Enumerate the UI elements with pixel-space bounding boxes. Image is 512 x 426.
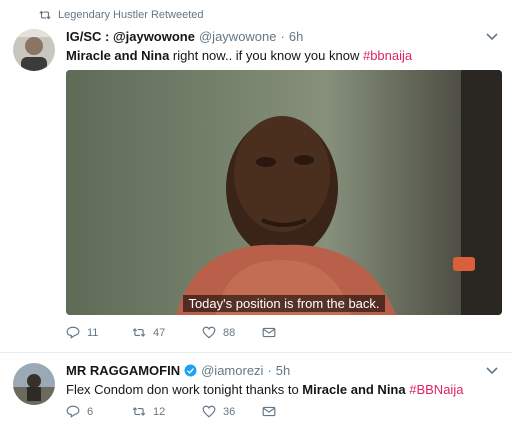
- retweet-button[interactable]: 47: [132, 326, 202, 339]
- display-name[interactable]: MR RAGGAMOFIN: [66, 363, 180, 378]
- direct-message-icon: [262, 406, 276, 417]
- handle[interactable]: @iamorezi: [201, 363, 263, 378]
- timestamp[interactable]: 6h: [289, 29, 303, 44]
- retweet-button[interactable]: 12: [132, 405, 202, 418]
- retweet-count: 47: [153, 326, 166, 339]
- avatar[interactable]: [13, 29, 55, 71]
- tweet-text: Flex Condom don work tonight thanks to M…: [66, 382, 463, 397]
- like-count: 88: [223, 326, 236, 339]
- reply-count: 6: [87, 405, 94, 418]
- mention-text: Miracle and Nina: [302, 382, 406, 397]
- hashtag-link[interactable]: #bbnaija: [363, 48, 412, 63]
- tweet[interactable]: MR RAGGAMOFIN @iamorezi · 5h Flex Condom…: [0, 352, 512, 426]
- reply-icon: [66, 405, 80, 418]
- handle[interactable]: @jaywowone: [199, 29, 277, 44]
- retweet-icon: [39, 10, 51, 20]
- like-button[interactable]: 88: [202, 326, 262, 339]
- display-name[interactable]: IG/SC : @jaywowone: [66, 29, 195, 44]
- retweet-count: 12: [153, 405, 166, 418]
- like-count: 36: [223, 405, 236, 418]
- tweet-text: Miracle and Nina right now.. if you know…: [66, 48, 412, 63]
- separator: ·: [267, 363, 272, 378]
- reply-count: 11: [87, 326, 99, 339]
- like-icon: [202, 405, 216, 418]
- hashtag-link[interactable]: #BBNaija: [409, 382, 463, 397]
- media-caption: Today's position is from the back.: [66, 295, 502, 312]
- verified-icon: [184, 364, 197, 377]
- retweet-notice-text: Legendary Hustler Retweeted: [58, 9, 204, 21]
- tweet-actions: 11 47 88: [66, 326, 283, 339]
- tweet-media[interactable]: Today's position is from the back.: [66, 70, 502, 315]
- chevron-down-icon[interactable]: [486, 33, 498, 41]
- retweet-notice: Legendary Hustler Retweeted: [39, 9, 204, 21]
- direct-message-button[interactable]: [262, 405, 283, 418]
- tweet-body: Flex Condom don work tonight thanks to: [66, 382, 303, 397]
- separator: ·: [280, 29, 285, 44]
- reply-button[interactable]: 6: [66, 405, 132, 418]
- retweet-icon: [132, 328, 146, 337]
- like-button[interactable]: 36: [202, 405, 262, 418]
- direct-message-icon: [262, 327, 276, 338]
- timestamp[interactable]: 5h: [276, 363, 290, 378]
- avatar[interactable]: [13, 363, 55, 405]
- tweet-header: MR RAGGAMOFIN @iamorezi · 5h: [66, 363, 290, 378]
- tweet-body: right now.. if you know you know: [169, 48, 363, 63]
- mention-text: Miracle and Nina: [66, 48, 170, 63]
- reply-icon: [66, 326, 80, 339]
- direct-message-button[interactable]: [262, 326, 283, 339]
- tweet[interactable]: Legendary Hustler Retweeted IG/SC : @jay…: [0, 0, 512, 352]
- retweet-icon: [132, 407, 146, 416]
- media-image: [66, 70, 502, 315]
- like-icon: [202, 326, 216, 339]
- tweet-actions: 6 12 36: [66, 405, 283, 418]
- tweet-header: IG/SC : @jaywowone @jaywowone · 6h: [66, 29, 303, 44]
- reply-button[interactable]: 11: [66, 326, 132, 339]
- chevron-down-icon[interactable]: [486, 367, 498, 375]
